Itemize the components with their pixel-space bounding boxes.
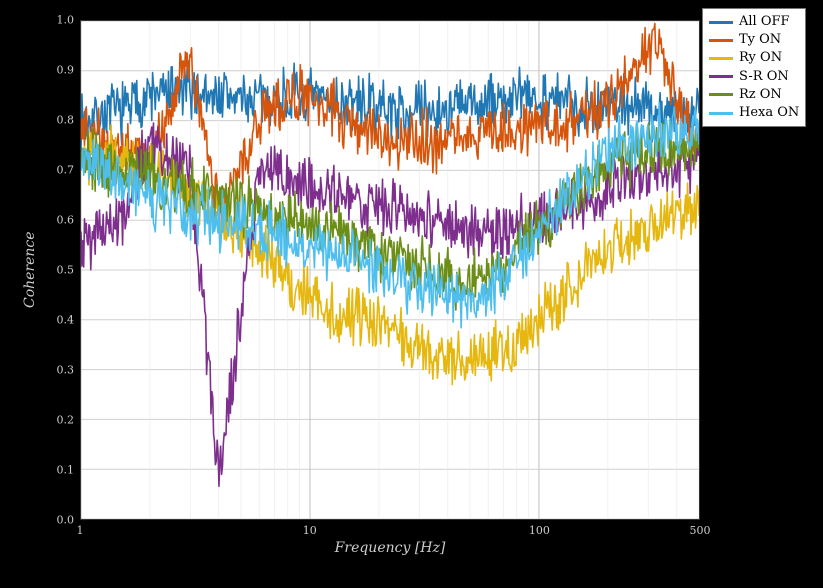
legend-label: Hexa ON bbox=[739, 104, 799, 122]
y-tick-label: 0.6 bbox=[14, 214, 74, 227]
chart-plot-area bbox=[80, 20, 700, 520]
chart-svg bbox=[81, 21, 699, 519]
x-tick-label: 10 bbox=[303, 524, 317, 537]
y-tick-label: 0.5 bbox=[14, 264, 74, 277]
legend-label: Ty ON bbox=[739, 31, 781, 49]
y-tick-label: 0.0 bbox=[14, 514, 74, 527]
x-tick-label: 1 bbox=[77, 524, 84, 537]
legend-item: Ry ON bbox=[709, 49, 799, 67]
legend-label: S-R ON bbox=[739, 68, 789, 86]
legend-item: S-R ON bbox=[709, 68, 799, 86]
chart-legend: All OFF Ty ON Ry ON S-R ON Rz ON Hexa ON bbox=[702, 8, 806, 127]
x-tick-label: 100 bbox=[529, 524, 550, 537]
y-tick-label: 0.7 bbox=[14, 164, 74, 177]
y-tick-label: 1.0 bbox=[14, 14, 74, 27]
legend-item: All OFF bbox=[709, 13, 799, 31]
y-tick-label: 0.9 bbox=[14, 64, 74, 77]
legend-item: Rz ON bbox=[709, 86, 799, 104]
legend-item: Ty ON bbox=[709, 31, 799, 49]
legend-swatch bbox=[709, 75, 733, 78]
legend-label: Rz ON bbox=[739, 86, 782, 104]
x-axis-label: Frequency [Hz] bbox=[80, 540, 700, 556]
legend-swatch bbox=[709, 57, 733, 60]
legend-swatch bbox=[709, 93, 733, 96]
legend-label: Ry ON bbox=[739, 49, 782, 67]
y-tick-label: 0.1 bbox=[14, 464, 74, 477]
x-tick-label: 500 bbox=[690, 524, 711, 537]
legend-swatch bbox=[709, 21, 733, 24]
y-tick-label: 0.3 bbox=[14, 364, 74, 377]
legend-item: Hexa ON bbox=[709, 104, 799, 122]
legend-swatch bbox=[709, 112, 733, 115]
y-tick-label: 0.2 bbox=[14, 414, 74, 427]
legend-swatch bbox=[709, 39, 733, 42]
y-tick-label: 0.8 bbox=[14, 114, 74, 127]
legend-label: All OFF bbox=[739, 13, 790, 31]
y-tick-label: 0.4 bbox=[14, 314, 74, 327]
